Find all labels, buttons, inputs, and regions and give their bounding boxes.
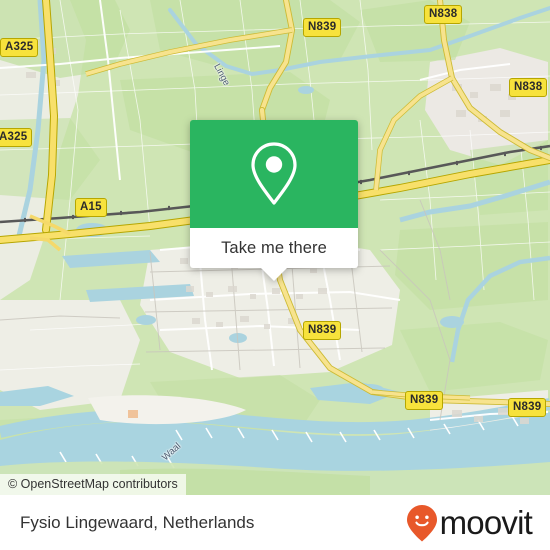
place-title: Fysio Lingewaard, Netherlands	[20, 512, 255, 532]
callout-pin-area	[190, 120, 358, 228]
moovit-brand[interactable]: moovit	[405, 503, 533, 543]
map-canvas[interactable]: A325 A325 A15 N839 N838 N838 N839 N839 N…	[0, 0, 550, 495]
callout-tail	[261, 268, 287, 281]
road-shield-a325-south: A325	[0, 128, 33, 147]
road-shield-a325-north: A325	[0, 38, 39, 57]
map-screenshot: A325 A325 A15 N839 N838 N838 N839 N839 N…	[0, 0, 550, 550]
location-callout[interactable]: Take me there	[190, 120, 358, 281]
road-shield-n838-right: N838	[509, 78, 548, 97]
road-shield-n838-top: N838	[424, 5, 463, 24]
road-shield-n839-south: N839	[405, 391, 444, 410]
footer-bar: Fysio Lingewaard, Netherlands moovit	[0, 495, 550, 550]
moovit-wordmark: moovit	[439, 504, 533, 541]
map-pin-icon	[251, 142, 297, 205]
road-shield-n839-mid: N839	[303, 321, 342, 340]
moovit-smiley-pin-icon	[406, 504, 437, 541]
road-shield-n839-east: N839	[508, 398, 547, 417]
map-attribution[interactable]: © OpenStreetMap contributors	[0, 474, 186, 495]
road-shield-a15: A15	[75, 198, 107, 217]
take-me-there-label: Take me there	[221, 238, 327, 257]
callout-action-area[interactable]: Take me there	[190, 228, 358, 281]
road-shield-n839-top: N839	[303, 18, 342, 37]
